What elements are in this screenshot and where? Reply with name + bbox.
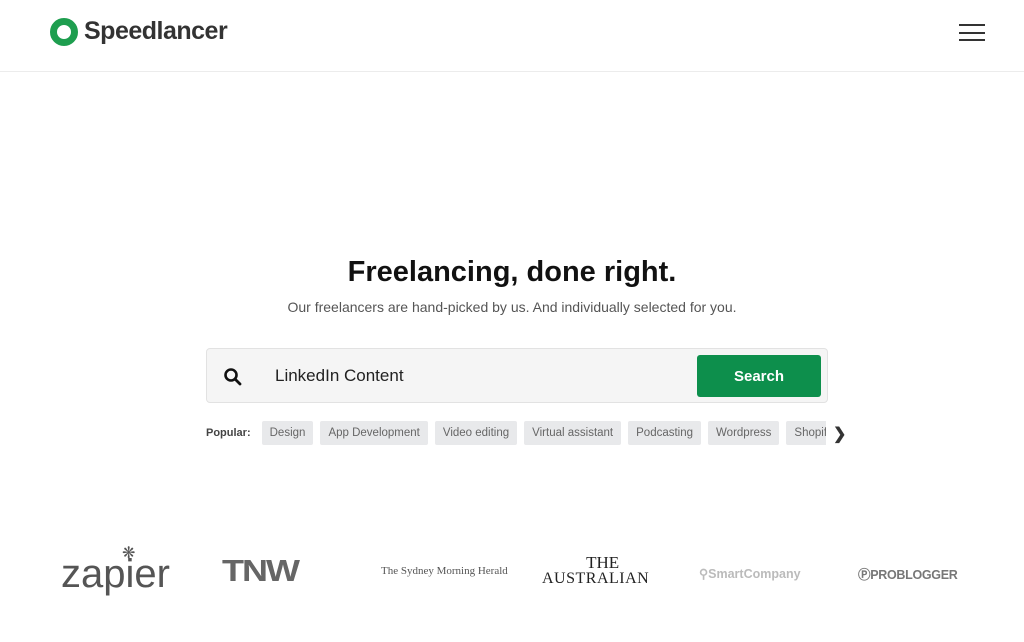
tag-podcasting[interactable]: Podcasting (628, 421, 702, 445)
tag-wordpress[interactable]: Wordpress (708, 421, 780, 445)
logo-australian-line1: THE (586, 553, 620, 572)
logo-problogger: ⓅPROBLOGGER (858, 568, 958, 582)
page-subtitle: Our freelancers are hand-picked by us. A… (287, 299, 737, 315)
logo-problogger-text: PROBLOGGER (870, 568, 958, 582)
popular-label: Popular: (206, 427, 251, 439)
popular-tags: Popular: Design App Development Video ed… (206, 421, 826, 445)
press-logos: ❋ zapier TNW The Sydney Morning Herald T… (0, 540, 1024, 610)
header: Speedlancer (0, 0, 1024, 72)
tag-video-editing[interactable]: Video editing (434, 421, 518, 445)
page-title: Freelancing, done right. (347, 256, 677, 288)
logo-tnw: TNW (222, 553, 300, 588)
search-bar: Search (206, 348, 828, 403)
logo-smartcompany-text: SmartCompany (708, 567, 801, 581)
chevron-right-icon[interactable]: ❯ (833, 424, 846, 444)
search-input[interactable] (275, 361, 685, 391)
brand-name: Speedlancer (84, 17, 228, 45)
logo-zapier: zapier (61, 552, 170, 596)
hamburger-icon[interactable] (959, 24, 985, 41)
tag-shopify[interactable]: Shopify (786, 421, 826, 445)
tag-list: Design App Development Video editing Vir… (261, 421, 826, 445)
logo-smh: The Sydney Morning Herald (381, 565, 508, 577)
tag-virtual-assistant[interactable]: Virtual assistant (524, 421, 622, 445)
tag-app-development[interactable]: App Development (320, 421, 428, 445)
brand-logo[interactable]: Speedlancer (50, 17, 228, 46)
logo-ring-icon (50, 17, 78, 46)
search-icon (224, 368, 242, 386)
logo-smartcompany: ⚲SmartCompany (699, 567, 801, 581)
logo-the-australian: THE AUSTRALIAN (542, 553, 650, 587)
logo-australian-line2: AUSTRALIAN (542, 570, 650, 587)
tag-design[interactable]: Design (261, 421, 314, 445)
search-button[interactable]: Search (697, 355, 821, 397)
